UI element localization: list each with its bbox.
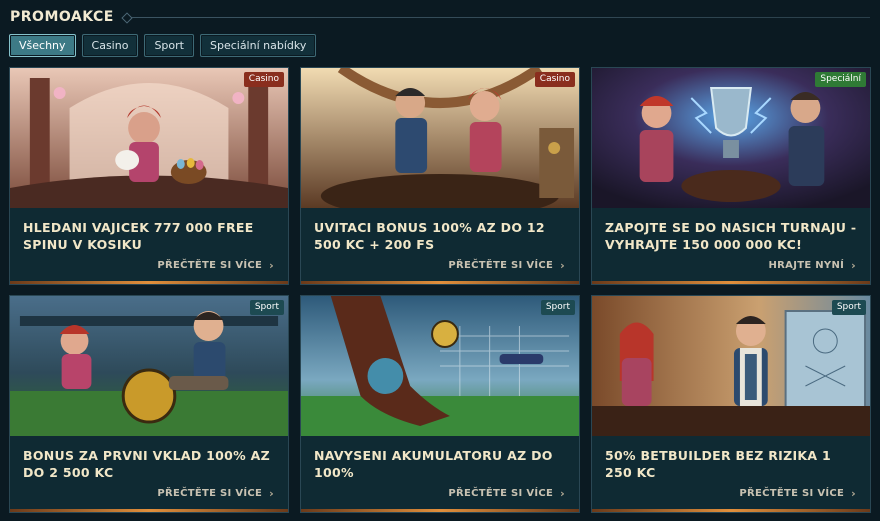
promo-title: NAVYSENI AKUMULATORU AZ DO 100% — [314, 448, 553, 480]
category-badge: Speciální — [815, 72, 866, 87]
promo-card-welcome-bonus[interactable]: Casino UVITACI BONUS 100% AZ DO 12 500 K… — [300, 67, 580, 285]
promo-card-betbuilder[interactable]: Sport 50% BETBUILDER BEZ RIZIKA 1 250 KC… — [591, 295, 871, 513]
category-badge: Sport — [540, 300, 575, 315]
play-now-link[interactable]: HRAJTE NYNÍ › — [768, 259, 856, 272]
category-badge: Sport — [831, 300, 866, 315]
promo-title: UVITACI BONUS 100% AZ DO 12 500 KC + 200… — [314, 220, 545, 252]
promo-title: BONUS ZA PRVNI VKLAD 100% AZ DO 2 500 KC — [23, 448, 270, 480]
promo-image — [301, 296, 579, 436]
filter-sport[interactable]: Sport — [144, 34, 194, 57]
link-label: PŘEČTĚTE SI VÍCE — [448, 488, 554, 499]
category-badge: Casino — [534, 72, 575, 87]
promo-page: PROMOAKCE Všechny Casino Sport Speciální… — [0, 0, 880, 521]
promo-image — [301, 68, 579, 208]
chevron-right-icon: › — [269, 487, 274, 500]
category-badge: Casino — [243, 72, 284, 87]
read-more-link[interactable]: PŘEČTĚTE SI VÍCE › — [157, 259, 274, 272]
promo-image — [592, 296, 870, 436]
link-label: HRAJTE NYNÍ — [768, 260, 845, 271]
promo-title: ZAPOJTE SE DO NASICH TURNAJU - VYHRAJTE … — [605, 220, 857, 252]
promo-image — [10, 296, 288, 436]
filter-tabs: Všechny Casino Sport Speciální nabídky — [9, 34, 317, 57]
filter-special-offers[interactable]: Speciální nabídky — [199, 34, 317, 57]
promo-title: 50% BETBUILDER BEZ RIZIKA 1 250 KC — [605, 448, 832, 480]
chevron-right-icon: › — [851, 487, 856, 500]
link-label: PŘEČTĚTE SI VÍCE — [157, 260, 263, 271]
promo-card-first-deposit[interactable]: Sport BONUS ZA PRVNI VKLAD 100% AZ DO 2 … — [9, 295, 289, 513]
read-more-link[interactable]: PŘEČTĚTE SI VÍCE › — [448, 487, 565, 500]
promo-image — [592, 68, 870, 208]
title-divider — [125, 16, 870, 18]
chevron-right-icon: › — [560, 487, 565, 500]
read-more-link[interactable]: PŘEČTĚTE SI VÍCE › — [448, 259, 565, 272]
section-header: PROMOAKCE — [10, 6, 870, 28]
link-label: PŘEČTĚTE SI VÍCE — [157, 488, 263, 499]
read-more-link[interactable]: PŘEČTĚTE SI VÍCE › — [157, 487, 274, 500]
chevron-right-icon: › — [560, 259, 565, 272]
read-more-link[interactable]: PŘEČTĚTE SI VÍCE › — [739, 487, 856, 500]
link-label: PŘEČTĚTE SI VÍCE — [448, 260, 554, 271]
filter-all[interactable]: Všechny — [9, 34, 76, 57]
page-title: PROMOAKCE — [10, 9, 114, 25]
category-badge: Sport — [249, 300, 284, 315]
chevron-right-icon: › — [269, 259, 274, 272]
promo-card-easter-eggs[interactable]: Casino HLEDANI VAJICEK 777 000 FREE SPIN… — [9, 67, 289, 285]
chevron-right-icon: › — [851, 259, 856, 272]
link-label: PŘEČTĚTE SI VÍCE — [739, 488, 845, 499]
promo-image — [10, 68, 288, 208]
promo-card-tournaments[interactable]: Speciální ZAPOJTE SE DO NASICH TURNAJU -… — [591, 67, 871, 285]
filter-casino[interactable]: Casino — [81, 34, 139, 57]
promo-title: HLEDANI VAJICEK 777 000 FREE SPINU V KOS… — [23, 220, 254, 252]
promo-card-accumulator[interactable]: Sport NAVYSENI AKUMULATORU AZ DO 100% PŘ… — [300, 295, 580, 513]
